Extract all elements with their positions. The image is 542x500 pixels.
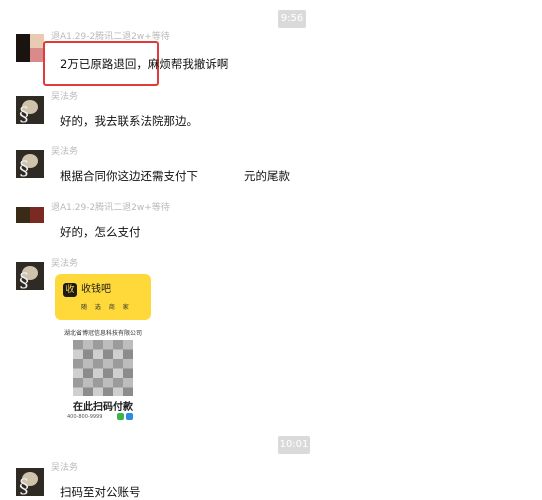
- sender-name: 吴法务: [51, 147, 79, 157]
- message-text[interactable]: 好的，怎么支付: [60, 224, 141, 240]
- message-text[interactable]: 2万已原路退回，麻烦帮我撤诉啊: [60, 56, 228, 72]
- service-phone: 400-800-9999: [67, 414, 103, 420]
- lawyer-avatar[interactable]: [16, 468, 44, 496]
- wechat-pay-icon: [117, 413, 124, 420]
- sender-name: 吴法务: [51, 259, 79, 269]
- redacted-amount: [198, 169, 244, 184]
- blurred-qr-code: [73, 340, 133, 396]
- sender-name: 吴法务: [51, 463, 79, 473]
- brand-name: 收钱吧: [81, 284, 111, 295]
- payment-qr-card[interactable]: 收 收钱吧 随 选 商 家 湖北省博冠信息科技有限公司 在此扫码付款 400-8…: [55, 274, 151, 420]
- sender-name: 吴法务: [51, 92, 79, 102]
- scan-to-pay-text: 在此扫码付款: [73, 402, 133, 413]
- sender-name: 退A1.29-2腾讯二退2w+等待: [51, 203, 170, 213]
- lawyer-avatar[interactable]: [16, 150, 44, 178]
- customer-avatar[interactable]: [16, 34, 44, 62]
- message-text[interactable]: 好的，我去联系法院那边。: [60, 113, 198, 129]
- message-text-part: 元的尾款: [244, 169, 290, 183]
- message-text-part: 根据合同你这边还需支付下: [60, 169, 198, 183]
- brand-logo: 收: [63, 283, 77, 297]
- lawyer-avatar[interactable]: [16, 262, 44, 290]
- brand-slogan: 随 选 商 家: [81, 304, 132, 311]
- message-text[interactable]: 扫码至对公账号: [60, 484, 141, 500]
- timestamp: 9:56: [278, 10, 306, 28]
- alipay-icon: [126, 413, 133, 420]
- card-header: 收 收钱吧 随 选 商 家: [55, 274, 151, 320]
- lawyer-avatar[interactable]: [16, 96, 44, 124]
- company-name: 湖北省博冠信息科技有限公司: [63, 330, 142, 337]
- message-text[interactable]: 根据合同你这边还需支付下 元的尾款: [60, 168, 290, 184]
- timestamp: 10:01: [278, 436, 310, 454]
- customer-avatar[interactable]: [16, 207, 44, 223]
